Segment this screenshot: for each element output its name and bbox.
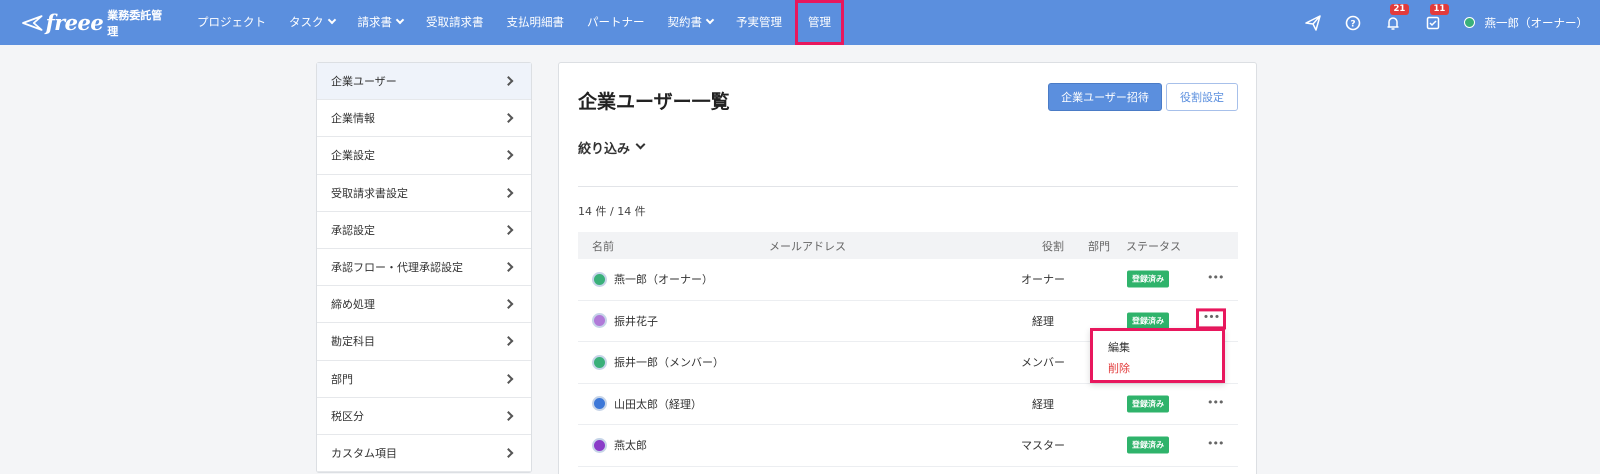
nav-received-invoices[interactable]: 受取請求書 (426, 0, 484, 45)
status-badge: 登録済み (1127, 312, 1169, 330)
nav-budget-management[interactable]: 予実管理 (736, 0, 782, 45)
table-row: 山田太郎（経理） 経理 登録済み ••• (578, 384, 1238, 425)
sidebar-item-custom-fields[interactable]: カスタム項目 (317, 435, 531, 473)
chevron-right-icon (503, 448, 514, 458)
chevron-right-icon (503, 336, 514, 347)
column-header-name[interactable]: 名前 (592, 238, 614, 254)
top-navigation-bar: freee 業務委託管理 プロジェクト タスク 請求書 受取請求書 支払明細書 … (0, 0, 1600, 45)
product-name: 業務委託管理 (107, 8, 163, 38)
help-icon[interactable]: ? (1344, 14, 1362, 32)
chevron-right-icon (503, 262, 514, 272)
user-avatar (1463, 17, 1475, 28)
freee-bird-icon (22, 14, 43, 31)
sidebar-item-company-users[interactable]: 企業ユーザー (317, 63, 531, 101)
nav-projects[interactable]: プロジェクト (197, 0, 266, 45)
row-more-icon[interactable]: ••• (1207, 396, 1224, 409)
sidebar-item-received-invoice-settings[interactable]: 受取請求書設定 (317, 175, 531, 212)
nav-invoices[interactable]: 請求書 (358, 0, 405, 45)
table-header: 名前 メールアドレス 役割 部門 ステータス (578, 232, 1238, 259)
table-row: 燕太郎 マスター 登録済み ••• (578, 425, 1238, 467)
sidebar-item-company-info[interactable]: 企業情報 (317, 100, 531, 138)
column-header-role[interactable]: 役割 (1033, 238, 1073, 254)
table-row: 燕一郎（オーナー） オーナー 登録済み ••• (578, 259, 1238, 301)
status-badge: 登録済み (1127, 395, 1169, 413)
chevron-right-icon (503, 150, 514, 161)
initial-avatar-icon (592, 396, 607, 412)
freee-logo[interactable]: freee 業務委託管理 (22, 7, 172, 39)
filter-toggle[interactable]: 絞り込み (578, 138, 646, 157)
chevron-right-icon (503, 76, 514, 87)
role-cell: オーナー (1021, 273, 1065, 287)
role-settings-button[interactable]: 役割設定 (1166, 83, 1238, 111)
chevron-right-icon (503, 224, 514, 235)
status-badge: 登録済み (1127, 270, 1169, 288)
row-action-menu: 編集 削除 (1090, 328, 1225, 383)
menu-item-edit[interactable]: 編集 (1108, 339, 1130, 355)
sidebar-item-approval-flow[interactable]: 承認フロー・代理承認設定 (317, 249, 531, 287)
column-header-status[interactable]: ステータス (1126, 238, 1181, 254)
nav-admin[interactable]: 管理 (795, 0, 844, 45)
person-avatar-icon (592, 313, 607, 329)
invite-user-button[interactable]: 企業ユーザー招待 (1048, 83, 1162, 111)
sidebar-item-approval-settings[interactable]: 承認設定 (317, 212, 531, 249)
sidebar-item-account-items[interactable]: 勘定科目 (317, 323, 531, 361)
leaf-avatar-icon (592, 271, 607, 287)
user-name-cell: 山田太郎（経理） (592, 396, 702, 412)
chevron-right-icon (503, 113, 514, 124)
svg-text:?: ? (1350, 19, 1355, 29)
sidebar-item-closing[interactable]: 締め処理 (317, 286, 531, 324)
status-badge: 登録済み (1127, 436, 1169, 454)
role-cell: 経理 (1032, 397, 1054, 411)
notification-count-badge: 21 (1389, 3, 1410, 15)
nav-payment-statements[interactable]: 支払明細書 (507, 0, 565, 45)
menu-item-delete[interactable]: 削除 (1108, 360, 1130, 376)
settings-sidebar: 企業ユーザー 企業情報 企業設定 受取請求書設定 承認設定 承認フロー・代理承認… (316, 62, 532, 474)
row-more-icon[interactable]: ••• (1207, 437, 1224, 450)
user-name-cell: 燕一郎（オーナー） (592, 271, 713, 287)
task-count-badge: 11 (1429, 3, 1450, 15)
user-name: 燕一郎（オーナー） (1484, 15, 1589, 30)
task-check-icon[interactable]: 11 (1424, 3, 1450, 32)
leaf-avatar-icon (592, 354, 607, 370)
header-actions: ? 21 11 燕一郎（オーナー） (1304, 0, 1600, 45)
chevron-right-icon (503, 299, 514, 310)
column-header-email[interactable]: メールアドレス (769, 238, 846, 254)
user-name-cell: 振井花子 (592, 313, 658, 329)
chevron-down-icon (705, 15, 715, 25)
user-name-cell: 燕太郎 (592, 437, 647, 453)
result-count: 14 件 / 14 件 (578, 205, 646, 218)
chevron-down-icon (635, 139, 646, 150)
role-cell: 経理 (1032, 314, 1054, 328)
send-icon[interactable] (1304, 14, 1322, 32)
row-more-icon[interactable]: ••• (1207, 271, 1224, 284)
row-more-icon[interactable]: ••• (1196, 308, 1226, 330)
column-header-department[interactable]: 部門 (1088, 238, 1110, 254)
sidebar-item-company-settings[interactable]: 企業設定 (317, 137, 531, 175)
sidebar-item-tax-categories[interactable]: 税区分 (317, 398, 531, 435)
initial-avatar-icon (592, 437, 607, 453)
sidebar-item-departments[interactable]: 部門 (317, 361, 531, 398)
user-name-cell: 振井一郎（メンバー） (592, 354, 724, 370)
main-nav: プロジェクト タスク 請求書 受取請求書 支払明細書 パートナー 契約書 予実管… (197, 0, 867, 45)
chevron-right-icon (503, 187, 514, 198)
role-cell: マスター (1021, 439, 1065, 453)
nav-partners[interactable]: パートナー (587, 0, 645, 45)
company-users-panel: 企業ユーザー一覧 企業ユーザー招待 役割設定 絞り込み 14 件 / 14 件 … (558, 62, 1257, 474)
chevron-down-icon (327, 15, 336, 25)
chevron-right-icon (503, 373, 514, 384)
nav-contracts[interactable]: 契約書 (668, 0, 715, 45)
role-cell: メンバー (1021, 356, 1065, 370)
divider (578, 186, 1238, 187)
logo-text: freee (45, 10, 104, 35)
page-title: 企業ユーザー一覧 (578, 91, 730, 113)
chevron-right-icon (503, 410, 514, 421)
user-menu[interactable]: 燕一郎（オーナー） (1463, 15, 1589, 31)
nav-tasks[interactable]: タスク (289, 0, 336, 45)
notification-bell-icon[interactable]: 21 (1384, 3, 1410, 32)
chevron-down-icon (395, 15, 405, 25)
